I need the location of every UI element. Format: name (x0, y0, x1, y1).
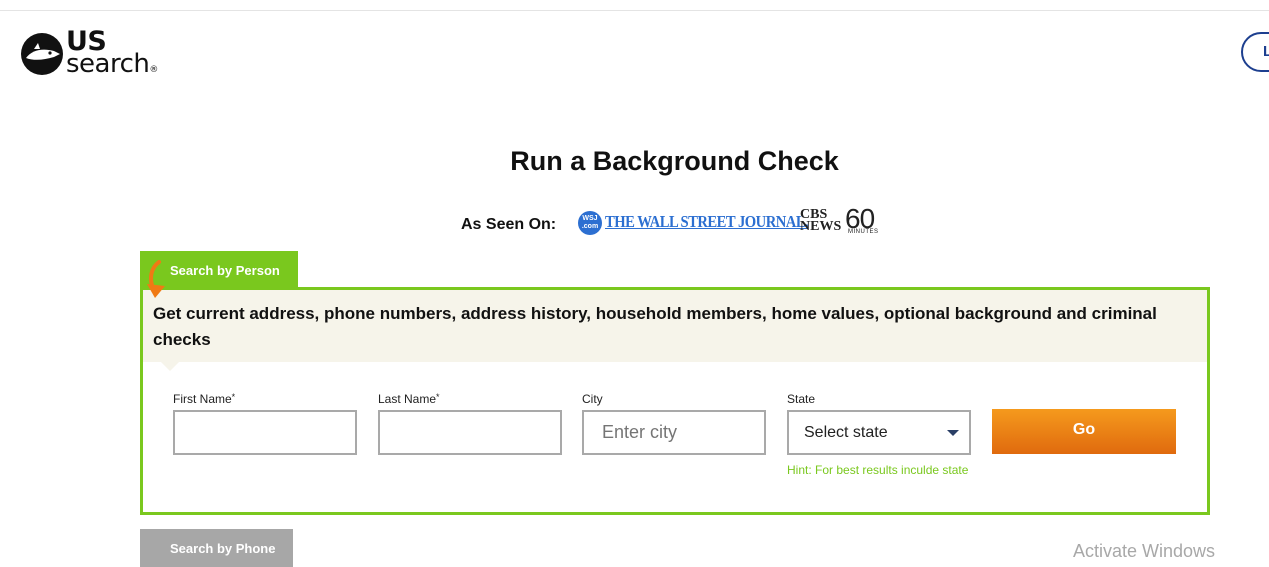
activate-windows-watermark: Activate Windows (1073, 541, 1216, 561)
description-band: Get current address, phone numbers, addr… (143, 290, 1207, 362)
tab-search-by-phone[interactable]: Search by Phone (140, 529, 293, 567)
last-name-label-text: Last Name (378, 392, 437, 406)
go-button[interactable]: Go (992, 409, 1176, 454)
first-name-label-text: First Name (173, 392, 232, 406)
last-name-label: Last Name* (378, 392, 440, 406)
us-search-logo[interactable]: US search® (20, 28, 180, 80)
city-label: City (582, 392, 603, 406)
top-divider (0, 10, 1269, 11)
state-hint: Hint: For best results inculde state (787, 463, 969, 477)
as-seen-on-label: As Seen On: (461, 216, 557, 233)
required-mark: * (436, 392, 440, 402)
state-select[interactable]: Select state (787, 410, 971, 455)
search-person-panel: Get current address, phone numbers, addr… (140, 287, 1210, 515)
news-line: NEWS (800, 219, 842, 234)
login-button[interactable]: L (1241, 32, 1269, 72)
required-mark: * (231, 392, 236, 402)
curved-arrow-icon (147, 260, 165, 298)
logo-search-word: search (66, 49, 150, 79)
logo-registered-mark: ® (149, 65, 158, 75)
wsj-logo: THE WALL STREET JOURNAL. (605, 212, 809, 231)
first-name-input[interactable] (173, 410, 357, 455)
search-description: Get current address, phone numbers, addr… (153, 304, 1157, 349)
state-selected-value: Select state (804, 424, 888, 441)
logo-mascot-icon (21, 33, 63, 75)
page-title: Run a Background Check (510, 146, 839, 176)
wsj-badge-icon: WSJ .com (578, 211, 602, 235)
cbs-news-logo: CBS NEWS (800, 208, 842, 234)
caret-down-icon (947, 430, 959, 436)
first-name-label: First Name* (173, 392, 235, 406)
logo-search-text: search® (66, 50, 158, 84)
sixty-minutes-sub: MINUTES (848, 229, 879, 235)
last-name-input[interactable] (378, 410, 562, 455)
city-input[interactable] (582, 410, 766, 455)
state-label: State (787, 392, 816, 406)
band-notch (161, 362, 179, 371)
